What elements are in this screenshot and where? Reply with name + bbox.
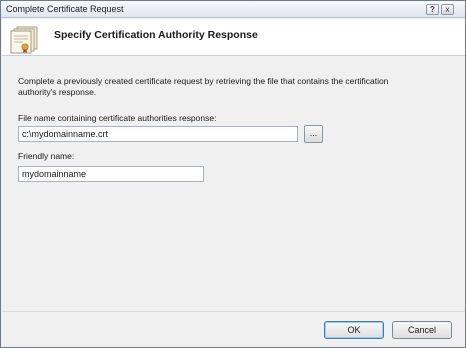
browse-button[interactable]: ... [304,125,323,143]
title-bar[interactable]: Complete Certificate Request ? x [1,1,465,18]
ok-button[interactable]: OK [324,321,384,339]
window-title: Complete Certificate Request [6,4,124,14]
wizard-header: Specify Certification Authority Response [2,19,465,56]
friendly-name-input[interactable] [18,166,204,182]
cancel-button[interactable]: Cancel [392,321,452,339]
complete-certificate-request-dialog: Complete Certificate Request ? x Specify… [0,0,466,348]
close-button[interactable]: x [441,4,454,15]
file-name-label: File name containing certificate authori… [18,113,217,123]
page-heading: Specify Certification Authority Response [54,29,258,41]
description-text: Complete a previously created certificat… [18,76,389,97]
help-button[interactable]: ? [426,4,439,15]
file-name-input[interactable] [18,126,298,142]
certificate-icon [10,26,38,54]
footer-divider [2,311,465,312]
friendly-name-label: Friendly name: [18,151,75,161]
